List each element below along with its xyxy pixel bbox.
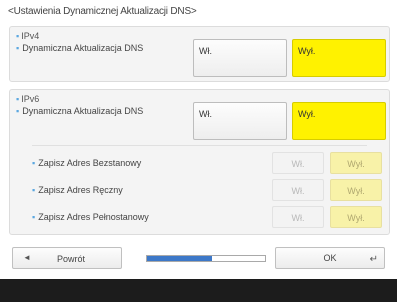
ipv4-section-label: ▪ IPv4 [16, 31, 39, 41]
stateful-address-text: Zapisz Adres Pełnostanowy [38, 212, 149, 222]
ipv6-section-text: IPv6 [21, 94, 40, 104]
stateless-off-button[interactable]: Wył. [330, 152, 382, 174]
ipv4-section-text: IPv4 [21, 31, 40, 41]
back-arrow-icon: ◄ [23, 253, 31, 262]
stateful-on-button[interactable]: Wł. [272, 206, 324, 228]
back-button[interactable]: ◄ Powrót [12, 247, 122, 269]
manual-off-button[interactable]: Wył. [330, 179, 382, 201]
ipv4-dns-off-button[interactable]: Wył. [292, 39, 386, 77]
ok-button-label: OK [323, 253, 337, 263]
ipv6-panel: ▪ IPv6 ▪ Dynamiczna Aktualizacja DNS Wł. W… [9, 89, 390, 235]
stateful-address-label: ▪ Zapisz Adres Pełnostanowy [32, 212, 149, 222]
page-title: <Ustawienia Dynamicznej Aktualizacji DNS… [8, 6, 197, 17]
bullet-icon: ▪ [32, 212, 36, 222]
ipv4-dns-on-button[interactable]: Wł. [193, 39, 287, 77]
ipv6-dns-on-button[interactable]: Wł. [193, 102, 287, 140]
ipv6-dns-row-label: ▪ Dynamiczna Aktualizacja DNS [16, 106, 143, 116]
progress-fill [147, 256, 212, 261]
ipv6-dns-off-button[interactable]: Wył. [292, 102, 386, 140]
ipv4-panel: ▪ IPv4 ▪ Dynamiczna Aktualizacja DNS Wł. W… [9, 26, 390, 82]
ipv4-dns-label-text: Dynamiczna Aktualizacja DNS [22, 43, 144, 53]
progress-bar [146, 255, 266, 262]
manual-address-text: Zapisz Adres Ręczny [38, 185, 123, 195]
ipv6-section-label: ▪ IPv6 [16, 94, 39, 104]
bottom-bar [0, 279, 397, 302]
bullet-icon: ▪ [16, 94, 20, 104]
ipv4-dns-row-label: ▪ Dynamiczna Aktualizacja DNS [16, 43, 143, 53]
ok-button[interactable]: OK ↵ [275, 247, 385, 269]
manual-on-button[interactable]: Wł. [272, 179, 324, 201]
bullet-icon: ▪ [16, 43, 20, 53]
stateless-address-label: ▪ Zapisz Adres Bezstanowy [32, 158, 141, 168]
enter-icon: ↵ [369, 254, 378, 265]
back-button-label: Powrót [57, 254, 86, 264]
bullet-icon: ▪ [16, 31, 20, 41]
stateless-address-text: Zapisz Adres Bezstanowy [38, 158, 142, 168]
stateful-off-button[interactable]: Wył. [330, 206, 382, 228]
manual-address-label: ▪ Zapisz Adres Ręczny [32, 185, 123, 195]
ipv6-dns-label-text: Dynamiczna Aktualizacja DNS [22, 106, 144, 116]
bullet-icon: ▪ [16, 106, 20, 116]
stateless-on-button[interactable]: Wł. [272, 152, 324, 174]
bullet-icon: ▪ [32, 185, 36, 195]
divider [32, 145, 367, 146]
bullet-icon: ▪ [32, 158, 36, 168]
